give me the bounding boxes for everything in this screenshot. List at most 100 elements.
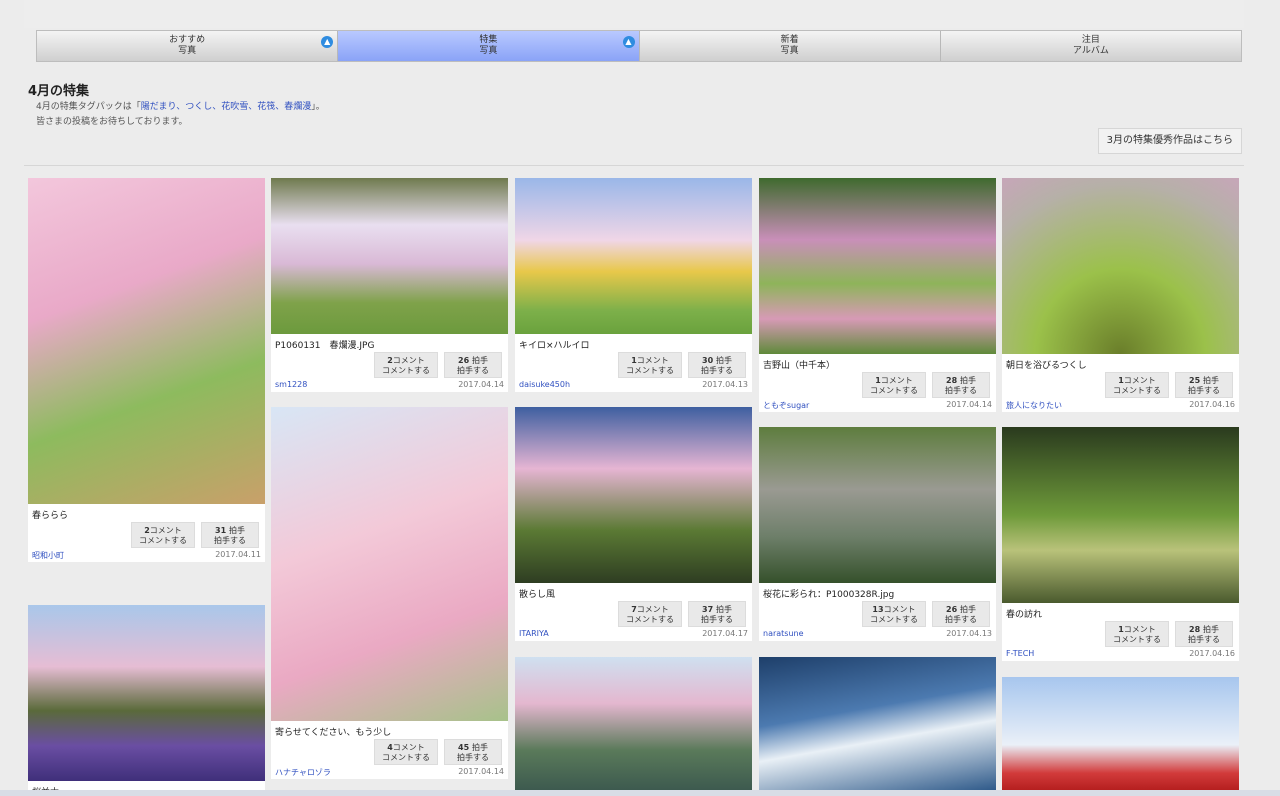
photo-caption: 朝日を浴びるつくし	[1006, 361, 1087, 370]
photo-card[interactable]: 春の訪れ 1コメント コメントする 28 拍手 拍手する F-TECH 2017.04.16	[1002, 427, 1239, 661]
photo-actions: 4コメント コメントする 45 拍手 拍手する	[271, 737, 508, 765]
photo-thumbnail[interactable]	[1002, 178, 1239, 354]
tab-label-line1: おすすめ	[169, 35, 206, 45]
applause-button[interactable]: 26 拍手 拍手する	[444, 352, 502, 378]
tab-label-line2: 写真	[479, 46, 498, 56]
photo-thumbnail[interactable]	[759, 657, 996, 790]
photo-thumbnail[interactable]	[28, 178, 265, 504]
photo-card[interactable]	[515, 657, 752, 790]
photo-actions: 1コメント コメントする 30 拍手 拍手する	[515, 350, 752, 378]
photo-thumbnail[interactable]	[515, 178, 752, 334]
tab-label-line1: 新着	[780, 35, 799, 45]
post-date: 2017.04.16	[1189, 400, 1235, 409]
photo-caption: 春ららら	[32, 511, 69, 520]
author-link[interactable]: ITARIYA	[519, 629, 549, 641]
photo-thumbnail[interactable]	[515, 657, 752, 790]
comment-button[interactable]: 1コメント コメントする	[1105, 372, 1169, 398]
post-date: 2017.04.13	[946, 629, 992, 638]
applause-button[interactable]: 30 拍手 拍手する	[688, 352, 746, 378]
tab-new[interactable]: 新着 写真	[639, 31, 941, 61]
author-link[interactable]: sm1228	[275, 380, 307, 392]
photo-thumbnail[interactable]	[1002, 677, 1239, 790]
comment-button[interactable]: 1コメント コメントする	[618, 352, 682, 378]
photo-thumbnail[interactable]	[759, 178, 996, 354]
photo-caption: キイロ×ハルイロ	[519, 341, 590, 350]
applause-button[interactable]: 45 拍手 拍手する	[444, 739, 502, 765]
photo-caption: 春の訪れ	[1006, 610, 1043, 619]
photo-card[interactable]: P1060131 春爛漫.JPG 2コメント コメントする 26 拍手 拍手する sm12…	[271, 178, 508, 392]
photo-actions: 1コメント コメントする 25 拍手 拍手する	[1002, 370, 1239, 398]
applause-button[interactable]: 25 拍手 拍手する	[1175, 372, 1233, 398]
author-link[interactable]: ハナチャロゾラ	[275, 767, 331, 779]
photo-caption: P1060131 春爛漫.JPG	[275, 341, 375, 350]
desc-line2: 皆さまの投稿をお待ちしております。	[36, 117, 188, 127]
photo-meta: naratsune 2017.04.13	[759, 627, 996, 641]
comment-button[interactable]: 13コメント コメントする	[862, 601, 926, 627]
photo-thumbnail[interactable]	[28, 605, 265, 781]
post-date: 2017.04.16	[1189, 649, 1235, 658]
applause-button[interactable]: 31 拍手 拍手する	[201, 522, 259, 548]
post-date: 2017.04.14	[946, 400, 992, 409]
divider	[24, 165, 1244, 166]
tab-albums[interactable]: 注目 アルバム	[940, 31, 1241, 61]
photo-caption: 桜花に彩られ：P1000328R.jpg	[763, 590, 895, 599]
comment-button[interactable]: 2コメント コメントする	[131, 522, 195, 548]
feature-tags-link[interactable]: 陽だまり、つくし、花吹雪、花筏、春爛漫	[141, 102, 311, 112]
photo-thumbnail[interactable]	[271, 178, 508, 334]
comment-button[interactable]: 7コメント コメントする	[618, 601, 682, 627]
applause-button[interactable]: 26 拍手 拍手する	[932, 601, 990, 627]
photo-card[interactable]: 散らし風 7コメント コメントする 37 拍手 拍手する ITARIYA 2017.04.1…	[515, 407, 752, 641]
tab-label-line2: 写真	[780, 46, 799, 56]
author-link[interactable]: 旅人になりたい	[1006, 400, 1062, 412]
photo-card[interactable]	[759, 657, 996, 790]
photo-caption: 散らし風	[519, 590, 556, 599]
photo-card[interactable]: 桜花に彩られ：P1000328R.jpg 13コメント コメントする 26 拍手 拍手す…	[759, 427, 996, 641]
post-date: 2017.04.14	[458, 380, 504, 389]
applause-button[interactable]: 28 拍手 拍手する	[932, 372, 990, 398]
photo-card[interactable]: 春ららら 2コメント コメントする 31 拍手 拍手する昭和小町 2017.04.11	[28, 178, 265, 562]
applause-button[interactable]: 37 拍手 拍手する	[688, 601, 746, 627]
photo-caption: 吉野山（中千本）	[763, 361, 836, 370]
photo-meta: 旅人になりたい 2017.04.16	[1002, 398, 1239, 412]
photo-meta: ハナチャロゾラ 2017.04.14	[271, 765, 508, 779]
author-link[interactable]: ともぞsugar	[763, 400, 809, 412]
photo-thumbnail[interactable]	[515, 407, 752, 583]
photo-card[interactable]: 桜並木	[28, 605, 265, 796]
photo-meta: F-TECH 2017.04.16	[1002, 647, 1239, 661]
feature-description: 4月の特集タグパックは「陽だまり、つくし、花吹雪、花筏、春爛漫」。 皆さまの投稿…	[36, 100, 325, 130]
photo-thumbnail[interactable]	[1002, 427, 1239, 603]
photo-card[interactable]	[1002, 677, 1239, 790]
photo-card[interactable]: 吉野山（中千本） 1コメント コメントする 28 拍手 拍手するともぞsugar 2017…	[759, 178, 996, 412]
tab-label-line1: 注目	[1081, 35, 1100, 45]
tab-recommended[interactable]: おすすめ 写真 ▲	[37, 31, 339, 61]
post-date: 2017.04.14	[458, 767, 504, 776]
photo-card[interactable]: キイロ×ハルイロ 1コメント コメントする 30 拍手 拍手する daisuke450h 2…	[515, 178, 752, 392]
photo-card[interactable]: 朝日を浴びるつくし 1コメント コメントする 25 拍手 拍手する 旅人になりたい 2017…	[1002, 178, 1239, 412]
previous-month-winners-button[interactable]: 3月の特集優秀作品はこちら	[1097, 128, 1242, 154]
author-link[interactable]: daisuke450h	[519, 380, 570, 392]
post-date: 2017.04.13	[702, 380, 748, 389]
author-link[interactable]: naratsune	[763, 629, 804, 641]
comment-button[interactable]: 1コメント コメントする	[862, 372, 926, 398]
photo-thumbnail[interactable]	[271, 407, 508, 721]
photo-meta: ともぞsugar 2017.04.14	[759, 398, 996, 412]
notification-icon: ▲	[622, 36, 635, 48]
comment-button[interactable]: 2コメント コメントする	[374, 352, 438, 378]
page-title: 4月の特集	[28, 84, 90, 99]
post-date: 2017.04.11	[215, 550, 261, 559]
tab-label-line2: アルバム	[1072, 46, 1109, 56]
photo-actions: 13コメント コメントする 26 拍手 拍手する	[759, 599, 996, 627]
tab-featured[interactable]: 特集 写真 ▲	[338, 31, 640, 61]
photo-actions: 1コメント コメントする 28 拍手 拍手する	[1002, 619, 1239, 647]
window-top-bar	[24, 0, 1244, 28]
applause-button[interactable]: 28 拍手 拍手する	[1175, 621, 1233, 647]
photo-caption: 寄らせてください、もう少し	[275, 728, 392, 737]
comment-button[interactable]: 4コメント コメントする	[374, 739, 438, 765]
photo-meta: daisuke450h 2017.04.13	[515, 378, 752, 392]
author-link[interactable]: F-TECH	[1006, 649, 1034, 661]
comment-button[interactable]: 1コメント コメントする	[1105, 621, 1169, 647]
photo-card[interactable]: 寄らせてください、もう少し 4コメント コメントする 45 拍手 拍手する ハナチャロゾラ…	[271, 407, 508, 779]
photo-thumbnail[interactable]	[759, 427, 996, 583]
photo-meta: 昭和小町 2017.04.11	[28, 548, 265, 562]
author-link[interactable]: 昭和小町	[32, 550, 64, 562]
